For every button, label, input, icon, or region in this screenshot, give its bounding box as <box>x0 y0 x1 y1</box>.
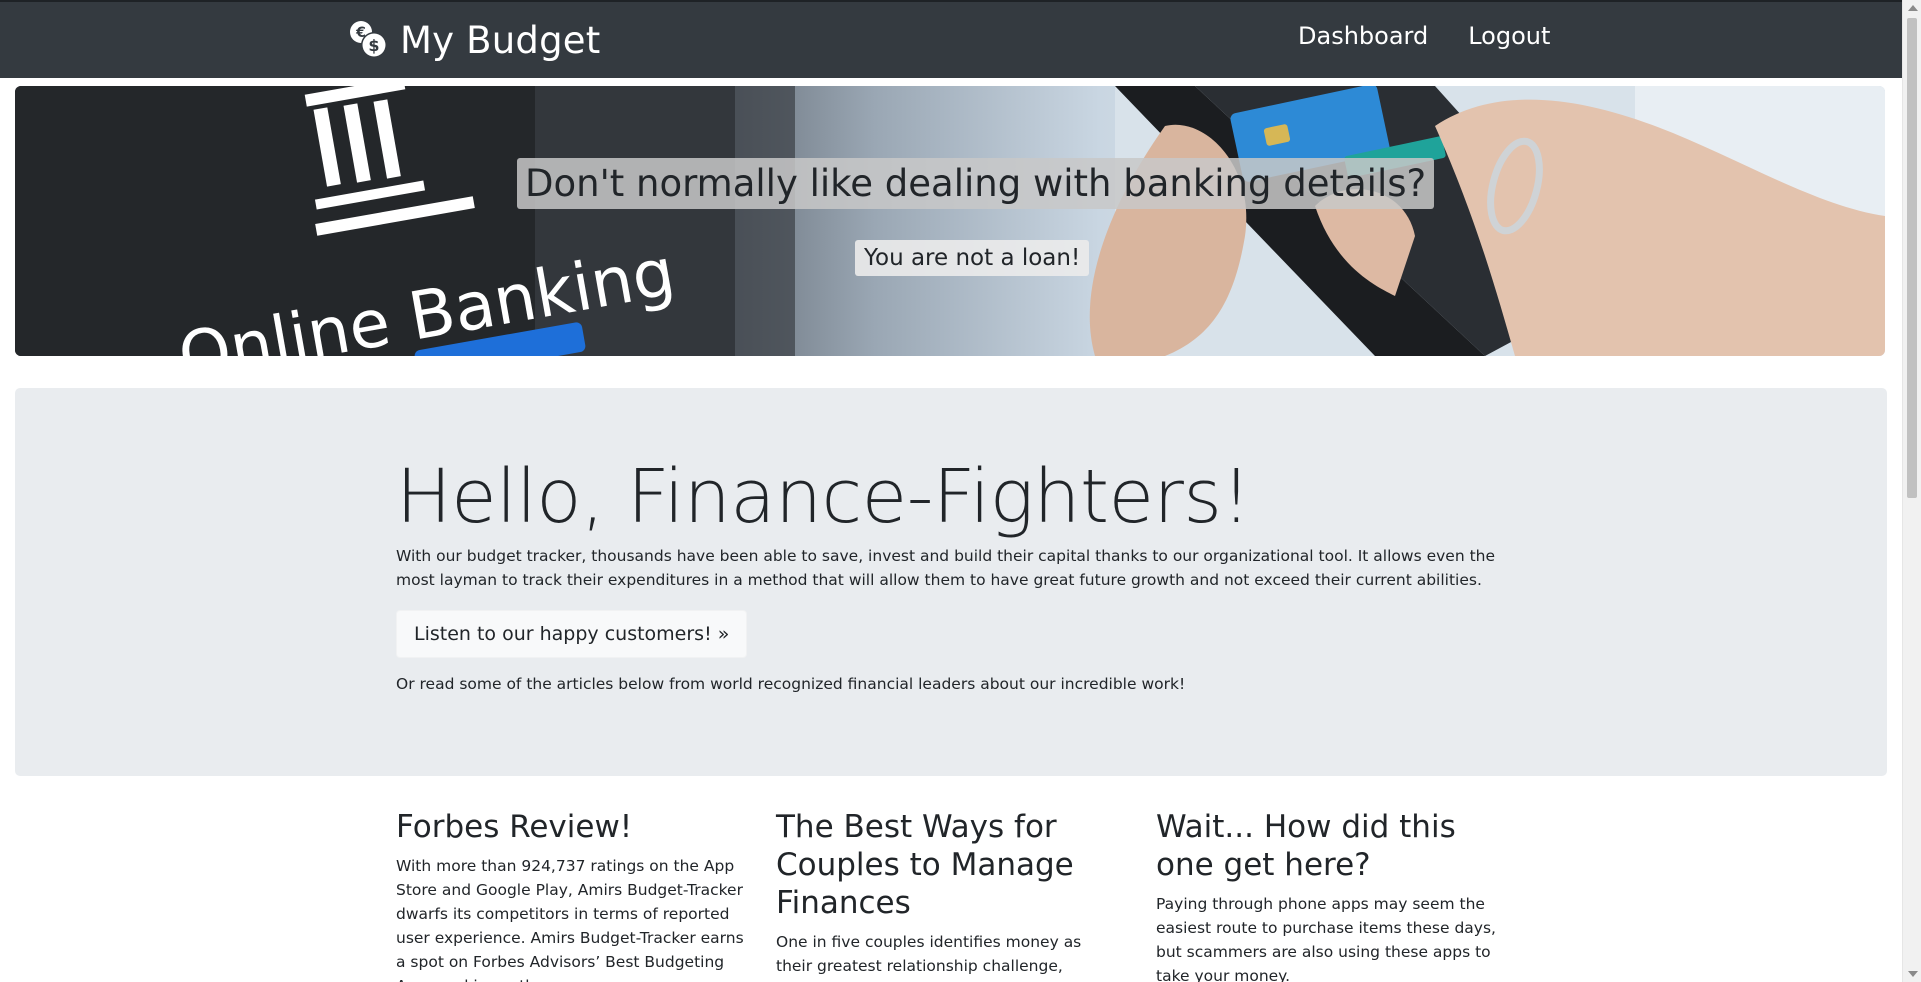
scroll-up-icon[interactable] <box>1908 5 1918 11</box>
scroll-down-icon[interactable] <box>1908 971 1918 977</box>
article-title: The Best Ways for Couples to Manage Fina… <box>776 809 1074 921</box>
article-text: With more than 924,737 ratings on the Ap… <box>396 857 744 982</box>
coins-icon: € $ <box>348 19 390 61</box>
navbar: € $ My Budget Dashboard Logout <box>0 0 1902 78</box>
nav-link-logout[interactable]: Logout <box>1468 22 1550 50</box>
nav-link-dashboard[interactable]: Dashboard <box>1298 22 1428 50</box>
articles-note: Or read some of the articles below from … <box>396 675 1186 693</box>
article-card: The Best Ways for Couples to Manage Fina… <box>776 808 1116 982</box>
page-title: Hello, Finance-Fighters! <box>396 454 1251 540</box>
intro-text: With our budget tracker, thousands have … <box>396 547 1496 589</box>
hero-banner: Online Banking Don't normally like deali… <box>15 86 1885 356</box>
article-text: One in five couples identifies money as … <box>776 933 1082 982</box>
article-title: Forbes Review! <box>396 809 633 845</box>
scroll-thumb[interactable] <box>1907 18 1917 498</box>
article-text: Paying through phone apps may seem the e… <box>1156 895 1496 982</box>
jumbotron: Hello, Finance-Fighters! With our budget… <box>15 388 1887 776</box>
banner-image: Online Banking <box>15 86 1885 356</box>
banner-title: Don't normally like dealing with banking… <box>517 158 1435 209</box>
article-card: Wait... How did this one get here? Payin… <box>1156 808 1508 982</box>
article-title: Wait... How did this one get here? <box>1156 809 1456 883</box>
brand-title: My Budget <box>400 18 601 62</box>
article-card: Forbes Review! With more than 924,737 ra… <box>396 808 748 982</box>
nav-links: Dashboard Logout <box>1298 22 1550 50</box>
happy-customers-button[interactable]: Listen to our happy customers! » <box>396 610 748 658</box>
svg-text:$: $ <box>368 36 379 55</box>
banner-subtitle: You are not a loan! <box>855 240 1090 276</box>
page-scrollbar[interactable] <box>1902 0 1921 982</box>
brand-link[interactable]: € $ My Budget <box>348 16 600 64</box>
